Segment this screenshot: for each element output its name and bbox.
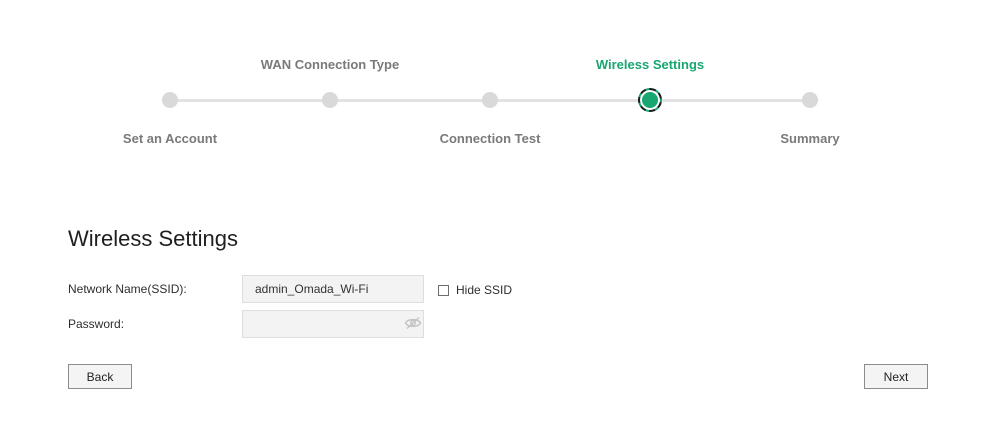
hide-ssid-option[interactable]: Hide SSID — [438, 282, 512, 298]
step-label: Summary — [780, 131, 840, 146]
next-button[interactable]: Next — [864, 364, 928, 389]
step-dot — [322, 92, 338, 108]
ssid-label: Network Name(SSID): — [68, 282, 187, 296]
hide-ssid-label: Hide SSID — [456, 283, 513, 297]
step-dot-current — [638, 88, 662, 112]
section-title: Wireless Settings — [68, 226, 238, 251]
eye-off-icon[interactable] — [404, 316, 422, 330]
password-label: Password: — [68, 317, 125, 331]
password-input[interactable] — [242, 310, 424, 338]
step-dot — [162, 92, 178, 108]
ssid-input[interactable] — [242, 275, 424, 303]
step-dot — [802, 92, 818, 108]
step-summary: Summary — [710, 0, 910, 160]
setup-wizard-page: Set an Account WAN Connection Type Conne… — [0, 0, 982, 435]
step-dot — [482, 92, 498, 108]
back-button[interactable]: Back — [68, 364, 132, 389]
progress-stepper: Set an Account WAN Connection Type Conne… — [0, 0, 982, 160]
hide-ssid-checkbox[interactable] — [438, 284, 449, 296]
